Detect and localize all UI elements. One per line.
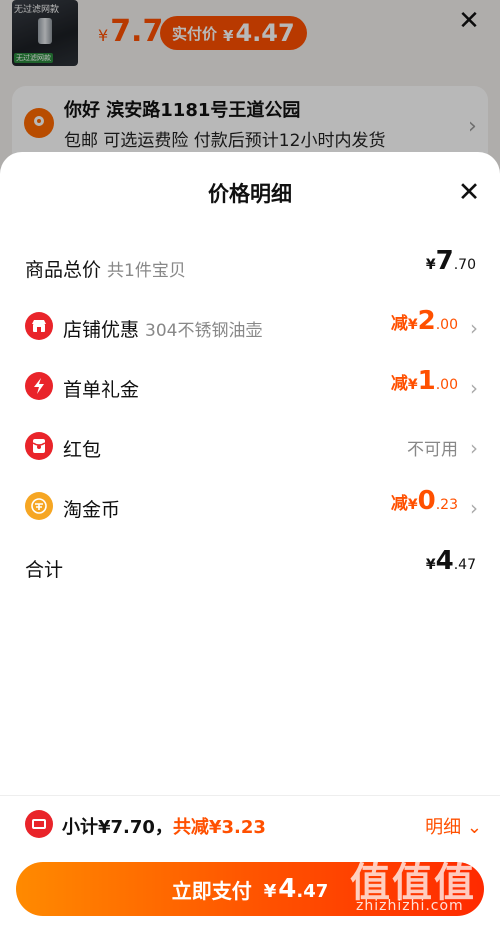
row-label: 淘金币 bbox=[63, 499, 121, 521]
row-label-text: 店铺优惠 bbox=[63, 319, 140, 341]
row-label: 红包 bbox=[63, 439, 102, 461]
chevron-right-icon: › bbox=[470, 436, 478, 460]
row-sub-text: 共1件宝贝 bbox=[107, 261, 186, 281]
ticket-icon bbox=[25, 810, 53, 838]
chevron-right-icon: › bbox=[470, 316, 478, 340]
value-prefix: 减 bbox=[390, 494, 408, 514]
value-dec: .00 bbox=[435, 317, 458, 333]
detail-toggle-link[interactable]: 明细 ⌄ bbox=[425, 813, 482, 839]
value-currency: ¥ bbox=[407, 497, 418, 513]
pay-dec: .47 bbox=[296, 881, 329, 902]
row-value: 减 ¥2.00 bbox=[391, 306, 458, 336]
row-label: 合计 bbox=[25, 559, 64, 581]
pay-currency: ¥ bbox=[263, 881, 277, 902]
value-currency: ¥ bbox=[425, 557, 436, 573]
coin-icon bbox=[25, 492, 53, 520]
value-dec: .00 bbox=[435, 377, 458, 393]
chevron-right-icon: › bbox=[470, 376, 478, 400]
value-int: 7 bbox=[435, 246, 454, 276]
pay-button-amount: ¥4.47 bbox=[264, 874, 329, 904]
red-packet-icon bbox=[25, 432, 53, 460]
shop-icon bbox=[25, 312, 53, 340]
value-int: 0 bbox=[417, 486, 436, 516]
chevron-right-icon: › bbox=[470, 496, 478, 520]
chevron-down-icon: ⌄ bbox=[466, 817, 482, 838]
row-value: 减 ¥0.23 bbox=[391, 486, 458, 516]
value-currency: ¥ bbox=[407, 377, 418, 393]
value-dec: .47 bbox=[453, 557, 476, 573]
row-first-order-gift[interactable]: 首单礼金 减 ¥1.00 › bbox=[0, 362, 500, 412]
value-dec: .23 bbox=[435, 497, 458, 513]
value-currency: ¥ bbox=[425, 257, 436, 273]
row-total-goods-price: 商品总价 共1件宝贝 ¥7.70 bbox=[0, 242, 500, 292]
detail-link-text: 明细 bbox=[425, 817, 462, 838]
row-value: 减 ¥1.00 bbox=[391, 366, 458, 396]
value-prefix: 减 bbox=[390, 314, 408, 334]
row-label-text: 商品总价 bbox=[25, 259, 102, 281]
row-shop-discount[interactable]: 店铺优惠 304不锈钢油壶 减 ¥2.00 › bbox=[0, 302, 500, 352]
row-value: ¥7.70 bbox=[426, 246, 476, 276]
row-red-packet[interactable]: 红包 不可用 › bbox=[0, 422, 500, 472]
pay-int: 4 bbox=[278, 874, 297, 904]
total-discount-label: 共减¥3.23 bbox=[172, 817, 266, 838]
row-label: 首单礼金 bbox=[63, 379, 140, 401]
value-int: 1 bbox=[417, 366, 436, 396]
site-watermark: 值值值 zhizhizhi.com bbox=[350, 850, 500, 920]
subtotal-label: 小计¥7.70， bbox=[62, 817, 173, 838]
row-value: 不可用 bbox=[407, 435, 458, 460]
flash-icon bbox=[25, 372, 53, 400]
watermark-url: zhizhizhi.com bbox=[356, 898, 464, 914]
row-grand-total: 合计 ¥4.47 bbox=[0, 542, 500, 592]
row-taojinbi[interactable]: 淘金币 减 ¥0.23 › bbox=[0, 482, 500, 532]
value-dec: .70 bbox=[453, 257, 476, 273]
row-sub-text: 304不锈钢油壶 bbox=[145, 321, 263, 341]
close-icon[interactable]: ✕ bbox=[456, 179, 482, 206]
value-status: 不可用 bbox=[407, 440, 458, 460]
row-label: 店铺优惠 304不锈钢油壶 bbox=[63, 315, 262, 342]
subtotal-summary: 小计¥7.70，共减¥3.23 bbox=[62, 813, 266, 839]
pay-button-label: 立即支付 bbox=[171, 878, 252, 903]
value-prefix: 减 bbox=[390, 374, 408, 394]
row-value: ¥4.47 bbox=[426, 546, 476, 576]
value-currency: ¥ bbox=[407, 317, 418, 333]
sheet-title: 价格明细 bbox=[208, 182, 292, 206]
value-int: 4 bbox=[435, 546, 454, 576]
value-int: 2 bbox=[417, 306, 436, 336]
row-label: 商品总价 共1件宝贝 bbox=[25, 255, 186, 282]
